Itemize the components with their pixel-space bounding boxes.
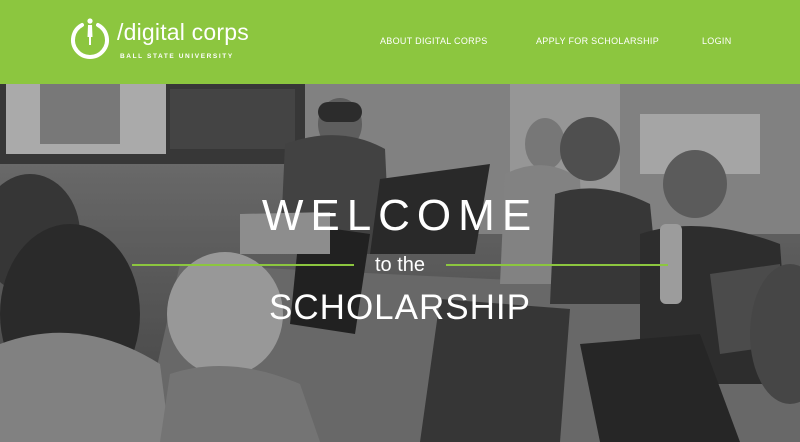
- hero-to-the-text: to the: [374, 254, 426, 276]
- site-header: /digital corps BALL STATE UNIVERSITY ABO…: [0, 0, 800, 84]
- nav-login-link[interactable]: LOGIN: [702, 36, 732, 46]
- digital-corps-logo[interactable]: /digital corps BALL STATE UNIVERSITY: [67, 17, 257, 67]
- hero-banner: WELCOME to the SCHOLARSHIP: [0, 84, 800, 442]
- hero-scholarship-heading: SCHOLARSHIP: [269, 288, 531, 327]
- brand-name: /digital corps: [117, 19, 249, 45]
- brand-subtitle: BALL STATE UNIVERSITY: [120, 53, 234, 60]
- hero-welcome-heading: WELCOME: [261, 191, 539, 240]
- nav-about-link[interactable]: ABOUT DIGITAL CORPS: [380, 36, 488, 46]
- power-person-icon: [71, 18, 109, 59]
- nav-apply-link[interactable]: APPLY FOR SCHOLARSHIP: [536, 36, 659, 46]
